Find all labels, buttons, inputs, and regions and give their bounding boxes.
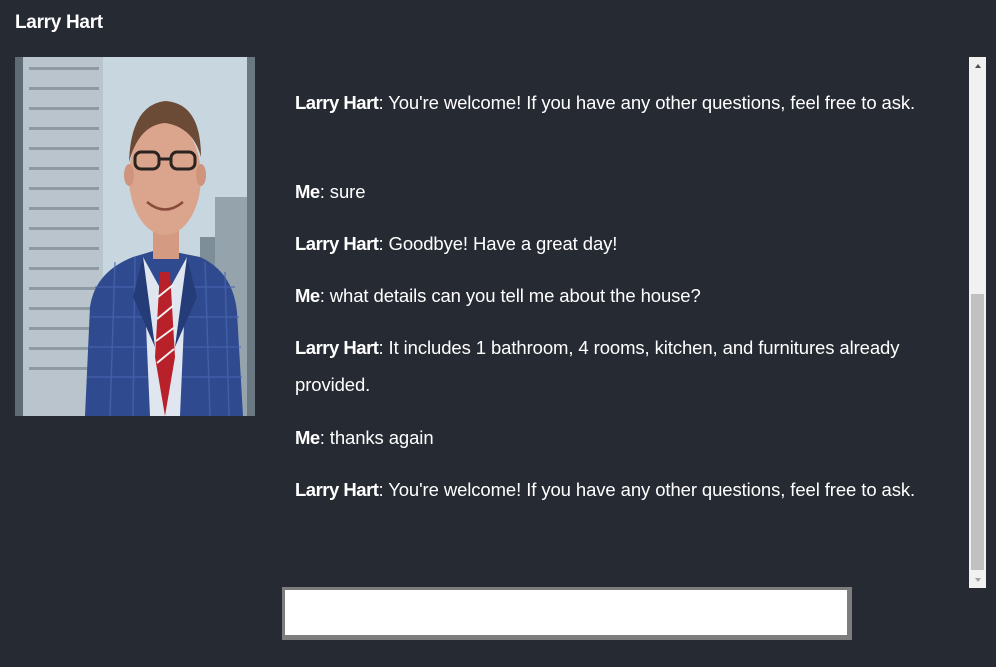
chat-message: Me: what details can you tell me about t…	[295, 277, 960, 314]
scroll-down-button[interactable]	[969, 571, 986, 588]
message-speaker: Larry Hart	[295, 337, 379, 358]
agent-name-title: Larry Hart	[15, 12, 103, 33]
chat-message: Me: thanks again	[295, 419, 960, 456]
message-text: Goodbye! Have a great day!	[388, 233, 618, 254]
scroll-thumb[interactable]	[971, 294, 984, 570]
message-separator: :	[378, 92, 389, 113]
chat-scrollbar[interactable]	[969, 57, 986, 588]
message-speaker: Larry Hart	[295, 233, 379, 254]
message-text: thanks again	[329, 427, 434, 448]
message-separator: :	[378, 479, 389, 500]
message-separator: :	[378, 233, 389, 254]
message-text: sure	[329, 181, 366, 202]
chat-message: Me: sure	[295, 173, 960, 210]
agent-avatar-photo	[15, 57, 255, 416]
message-text: You're welcome! If you have any other qu…	[388, 479, 916, 500]
message-speaker: Larry Hart	[295, 92, 379, 113]
arrow-down-icon	[974, 577, 981, 582]
message-separator: :	[378, 337, 389, 358]
message-separator: :	[319, 427, 330, 448]
message-input[interactable]	[282, 587, 852, 640]
message-speaker: Me	[295, 285, 320, 306]
chat-log[interactable]: Larry Hart: You're welcome! If you have …	[280, 57, 970, 587]
message-text: what details can you tell me about the h…	[329, 285, 701, 306]
message-separator: :	[319, 285, 330, 306]
message-text: You're welcome! If you have any other qu…	[388, 92, 916, 113]
message-speaker: Larry Hart	[295, 479, 379, 500]
arrow-up-icon	[974, 63, 981, 68]
chat-message: Larry Hart: You're welcome! If you have …	[295, 471, 960, 508]
message-separator: :	[319, 181, 330, 202]
scroll-up-button[interactable]	[969, 57, 986, 74]
message-speaker: Me	[295, 181, 320, 202]
chat-message: Larry Hart: Goodbye! Have a great day!	[295, 225, 960, 262]
chat-message: Larry Hart: You're welcome! If you have …	[295, 84, 960, 121]
chat-message: Larry Hart: It includes 1 bathroom, 4 ro…	[295, 329, 960, 403]
message-speaker: Me	[295, 427, 320, 448]
